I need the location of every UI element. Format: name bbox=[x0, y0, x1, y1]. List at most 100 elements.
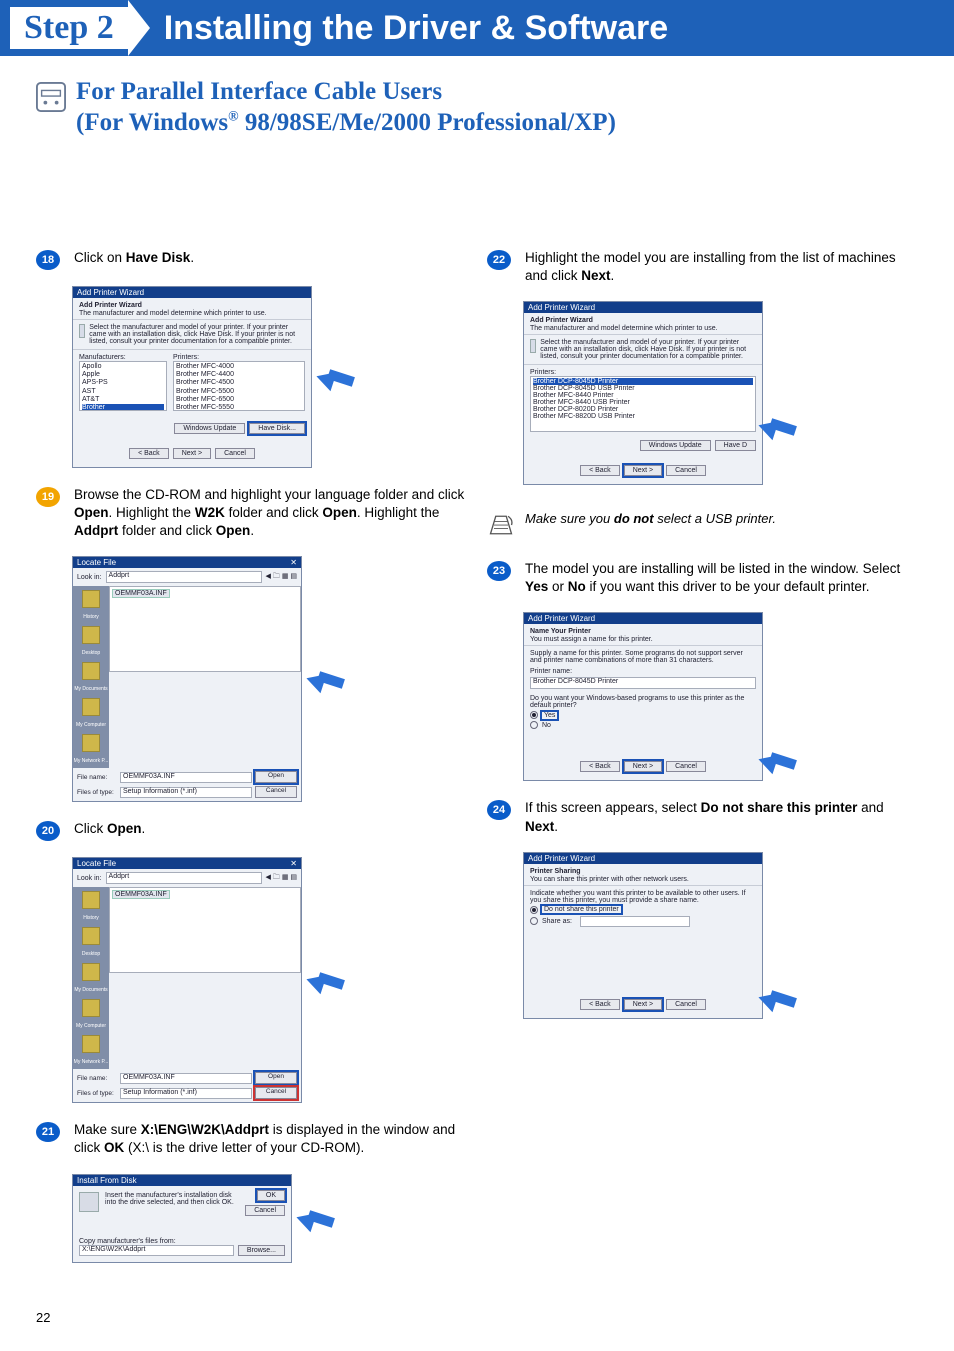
have-disk-button[interactable]: Have Disk... bbox=[249, 423, 305, 434]
nav-icons[interactable]: ◀ 🗀 ▦ ▤ bbox=[266, 873, 297, 884]
inf-file[interactable]: OEMMF03A.INF bbox=[112, 890, 170, 899]
back-button[interactable]: < Back bbox=[580, 999, 620, 1010]
windows-update-button[interactable]: Windows Update bbox=[640, 440, 711, 451]
step-text: Make sure X:\ENG\W2K\Addprt is displayed… bbox=[74, 1121, 467, 1157]
cancel-button[interactable]: Cancel bbox=[255, 1087, 297, 1099]
back-button[interactable]: < Back bbox=[129, 448, 169, 459]
have-disk-button[interactable]: Have D bbox=[715, 440, 756, 451]
filetype-field[interactable]: Setup Information (*.inf) bbox=[120, 787, 252, 798]
default-question: Do you want your Windows-based programs … bbox=[530, 695, 756, 709]
next-button[interactable]: Next > bbox=[624, 465, 662, 476]
lookin-label: Look in: bbox=[77, 574, 102, 581]
chevron-icon bbox=[128, 0, 150, 56]
filename-field[interactable]: OEMMF03A.INF bbox=[120, 1073, 252, 1084]
mycomputer-icon[interactable] bbox=[82, 698, 100, 716]
dialog-title: Add Printer Wizard bbox=[73, 287, 311, 298]
page-header: Step 2 Installing the Driver & Software bbox=[0, 0, 954, 56]
manufacturers-list[interactable]: ApolloAppleAPS-PSASTAT&TBrotherBull bbox=[79, 361, 167, 411]
file-list[interactable]: OEMMF03A.INF bbox=[109, 887, 301, 973]
cancel-button[interactable]: Cancel bbox=[245, 1205, 285, 1216]
cancel-button[interactable]: Cancel bbox=[666, 999, 706, 1010]
name-your-printer-dialog: Add Printer Wizard Name Your PrinterYou … bbox=[523, 612, 763, 781]
lookin-field[interactable]: Addprt bbox=[106, 872, 262, 884]
nav-icons[interactable]: ◀ 🗀 ▦ ▤ bbox=[266, 572, 297, 583]
locate-file-dialog: Locate File✕ Look in: Addprt ◀ 🗀 ▦ ▤ His… bbox=[72, 556, 302, 802]
next-button[interactable]: Next > bbox=[173, 448, 211, 459]
screenshot-18-wrap: Add Printer Wizard Add Printer Wizard Th… bbox=[72, 286, 467, 468]
disk-icon bbox=[79, 1192, 99, 1212]
step-20: 20 Click Open. bbox=[36, 820, 467, 841]
next-button[interactable]: Next > bbox=[624, 761, 662, 772]
back-button[interactable]: < Back bbox=[580, 761, 620, 772]
radio-share-as[interactable]: Share as: bbox=[530, 916, 756, 927]
cancel-button[interactable]: Cancel bbox=[666, 465, 706, 476]
inf-file[interactable]: OEMMF03A.INF bbox=[112, 589, 170, 598]
locate-file-dialog-2: Locate File✕ Look in: Addprt ◀ 🗀 ▦ ▤ His… bbox=[72, 857, 302, 1103]
back-button[interactable]: < Back bbox=[580, 465, 620, 476]
subtitle-line1: For Parallel Interface Cable Users bbox=[76, 76, 616, 107]
printers-label: Printers: bbox=[173, 354, 305, 361]
history-icon[interactable] bbox=[82, 590, 100, 608]
close-icon[interactable]: ✕ bbox=[290, 558, 297, 567]
model-list[interactable]: Brother DCP-8045D Printer Brother DCP-80… bbox=[530, 376, 756, 432]
step-label: Step 2 bbox=[10, 7, 128, 49]
step-18: 18 Click on Have Disk. bbox=[36, 249, 467, 270]
arrow-icon bbox=[298, 1204, 348, 1232]
cancel-button[interactable]: Cancel bbox=[215, 448, 255, 459]
subtitle-line2: (For Windows® 98/98SE/Me/2000 Profession… bbox=[76, 107, 616, 138]
arrow-icon bbox=[318, 363, 368, 391]
dialog-title: Install From Disk bbox=[73, 1175, 291, 1186]
cancel-button[interactable]: Cancel bbox=[666, 761, 706, 772]
printer-name-field[interactable]: Brother DCP-8045D Printer bbox=[530, 677, 756, 689]
arrow-icon bbox=[760, 412, 810, 440]
windows-update-button[interactable]: Windows Update bbox=[174, 423, 245, 434]
printers-label: Printers: bbox=[530, 369, 756, 376]
step-text: If this screen appears, select Do not sh… bbox=[525, 799, 918, 835]
step-text: Click Open. bbox=[74, 820, 145, 838]
arrow-icon bbox=[760, 746, 810, 774]
step-19: 19 Browse the CD-ROM and highlight your … bbox=[36, 486, 467, 541]
cancel-button[interactable]: Cancel bbox=[255, 786, 297, 798]
file-list[interactable]: OEMMF03A.INF bbox=[109, 586, 301, 672]
step-22: 22 Highlight the model you are installin… bbox=[487, 249, 918, 285]
places-bar[interactable]: History Desktop My Documents My Computer… bbox=[73, 586, 109, 768]
share-name-field[interactable] bbox=[580, 916, 690, 927]
printers-list[interactable]: Brother MFC-4000Brother MFC-4400Brother … bbox=[173, 361, 305, 411]
add-printer-wizard-dialog: Add Printer Wizard Add Printer Wizard Th… bbox=[72, 286, 312, 468]
radio-no[interactable]: No bbox=[530, 721, 756, 729]
places-bar[interactable]: History Desktop My Documents My Computer… bbox=[73, 887, 109, 1069]
page-title: Installing the Driver & Software bbox=[164, 9, 668, 48]
screenshot-24-wrap: Add Printer Wizard Printer SharingYou ca… bbox=[523, 852, 918, 1019]
lookin-field[interactable]: Addprt bbox=[106, 571, 262, 583]
note-icon bbox=[487, 511, 515, 544]
close-icon[interactable]: ✕ bbox=[290, 859, 297, 868]
step-badge: 22 bbox=[487, 250, 511, 270]
filetype-field[interactable]: Setup Information (*.inf) bbox=[120, 1088, 252, 1099]
printer-name-label: Printer name: bbox=[530, 668, 756, 675]
mydocs-icon[interactable] bbox=[82, 662, 100, 680]
open-button[interactable]: Open bbox=[255, 1072, 297, 1084]
note-text: Make sure you do not select a USB printe… bbox=[525, 511, 776, 526]
content-columns: 18 Click on Have Disk. Add Printer Wizar… bbox=[0, 249, 954, 1281]
step-badge: 24 bbox=[487, 800, 511, 820]
ok-button[interactable]: OK bbox=[257, 1190, 285, 1201]
network-icon[interactable] bbox=[82, 734, 100, 752]
copy-from-field[interactable]: X:\ENG\W2K\Addprt bbox=[79, 1245, 234, 1256]
browse-button[interactable]: Browse... bbox=[238, 1245, 285, 1256]
copy-from-label: Copy manufacturer's files from: bbox=[79, 1238, 285, 1245]
desktop-icon[interactable] bbox=[82, 626, 100, 644]
arrow-icon bbox=[760, 984, 810, 1012]
screenshot-20-wrap: Locate File✕ Look in: Addprt ◀ 🗀 ▦ ▤ His… bbox=[72, 857, 467, 1103]
radio-yes[interactable]: Yes bbox=[530, 711, 756, 719]
filename-field[interactable]: OEMMF03A.INF bbox=[120, 772, 252, 783]
step-text: Click on Have Disk. bbox=[74, 249, 194, 267]
open-button[interactable]: Open bbox=[255, 771, 297, 783]
screenshot-22-wrap: Add Printer Wizard Add Printer WizardThe… bbox=[523, 301, 918, 485]
next-button[interactable]: Next > bbox=[624, 999, 662, 1010]
section-subtitle: For Parallel Interface Cable Users (For … bbox=[36, 76, 954, 139]
arrow-icon bbox=[308, 966, 358, 994]
sharing-message: Indicate whether you want this printer t… bbox=[530, 890, 756, 904]
add-printer-wizard-model-dialog: Add Printer Wizard Add Printer WizardThe… bbox=[523, 301, 763, 485]
step-23: 23 The model you are installing will be … bbox=[487, 560, 918, 596]
radio-do-not-share[interactable]: Do not share this printer bbox=[530, 906, 756, 914]
